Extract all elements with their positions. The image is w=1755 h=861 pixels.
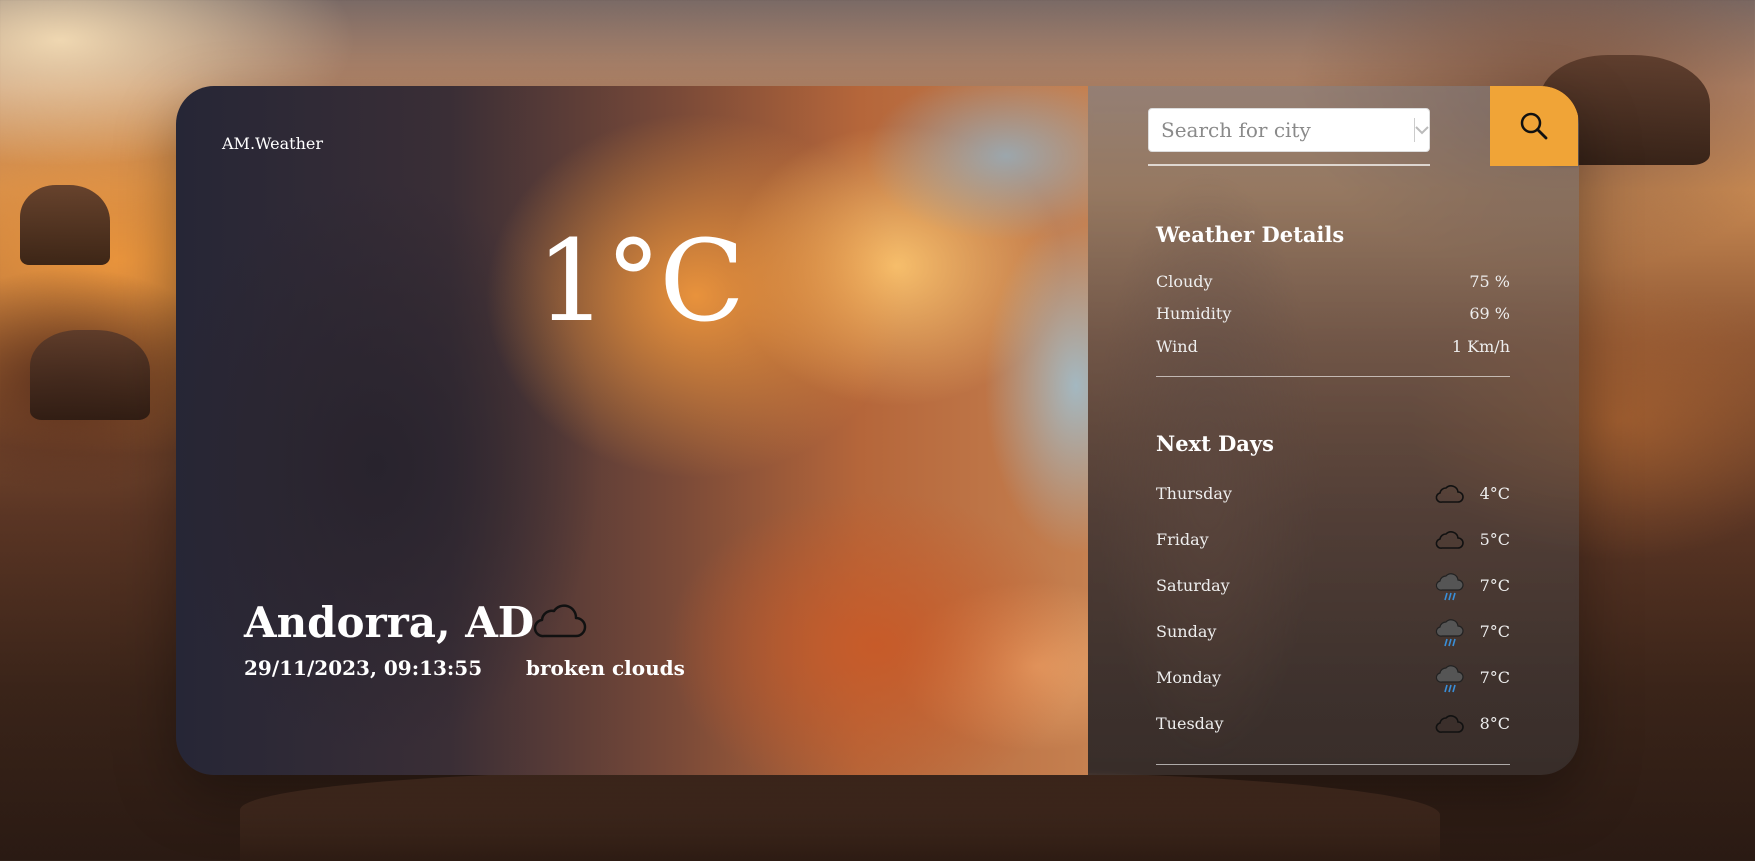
forecast-temp: 4°C xyxy=(1479,484,1510,503)
forecast-row: Saturday 7°C xyxy=(1156,572,1510,601)
forecast-day: Thursday xyxy=(1156,484,1232,503)
current-temperature: 1°C xyxy=(536,217,745,347)
brand-logo: AM.Weather xyxy=(222,134,324,153)
detail-row-wind: Wind 1 Km/h xyxy=(1156,337,1510,356)
location-name: Andorra, AD xyxy=(244,598,535,647)
forecast-temp: 5°C xyxy=(1479,530,1510,549)
search-underline xyxy=(1148,164,1430,166)
detail-label: Humidity xyxy=(1156,304,1232,323)
forecast-day: Sunday xyxy=(1156,622,1217,641)
forecast-temp: 7°C xyxy=(1479,622,1510,641)
background-rock xyxy=(240,770,1440,861)
detail-value: 69 % xyxy=(1469,304,1510,323)
next-days-title: Next Days xyxy=(1156,431,1274,456)
section-divider xyxy=(1156,764,1510,765)
condition-text: broken clouds xyxy=(526,656,685,680)
detail-label: Cloudy xyxy=(1156,272,1213,291)
current-weather-panel: AM.Weather 1°C Andorra, AD 29/11/2023, 0… xyxy=(176,86,1088,775)
search-button[interactable] xyxy=(1490,86,1578,166)
forecast-row: Thursday 4°C xyxy=(1156,480,1510,508)
forecast-temp: 8°C xyxy=(1479,714,1510,733)
details-panel: Weather Details Cloudy 75 % Humidity 69 … xyxy=(1088,86,1579,775)
detail-row-humidity: Humidity 69 % xyxy=(1156,304,1510,323)
cloud-icon xyxy=(1435,485,1464,503)
weather-details-title: Weather Details xyxy=(1156,222,1345,247)
forecast-row: Tuesday 8°C xyxy=(1156,710,1510,738)
background-rock xyxy=(20,185,110,265)
detail-value: 1 Km/h xyxy=(1451,337,1510,356)
cloud-icon xyxy=(1435,715,1464,733)
search-icon xyxy=(1520,112,1548,140)
forecast-day: Saturday xyxy=(1156,576,1230,595)
forecast-temp: 7°C xyxy=(1479,668,1510,687)
weather-card: AM.Weather 1°C Andorra, AD 29/11/2023, 0… xyxy=(176,86,1579,775)
forecast-temp: 7°C xyxy=(1479,576,1510,595)
forecast-day: Tuesday xyxy=(1156,714,1224,733)
detail-row-cloudy: Cloudy 75 % xyxy=(1156,272,1510,291)
chevron-down-icon[interactable] xyxy=(1414,109,1429,151)
rain-icon xyxy=(1435,619,1464,647)
forecast-row: Friday 5°C xyxy=(1156,526,1510,554)
forecast-day: Monday xyxy=(1156,668,1222,687)
search-select[interactable] xyxy=(1148,108,1430,152)
cloud-icon xyxy=(1435,531,1464,549)
search-input[interactable] xyxy=(1149,109,1414,151)
forecast-row: Sunday 7°C xyxy=(1156,618,1510,647)
forecast-day: Friday xyxy=(1156,530,1209,549)
cloud-icon xyxy=(533,604,587,638)
section-divider xyxy=(1156,376,1510,377)
detail-label: Wind xyxy=(1156,337,1198,356)
rain-icon xyxy=(1435,573,1464,601)
rain-icon xyxy=(1435,665,1464,693)
detail-value: 75 % xyxy=(1469,272,1510,291)
current-datetime: 29/11/2023, 09:13:55 xyxy=(244,656,483,680)
forecast-row: Monday 7°C xyxy=(1156,664,1510,693)
background-rock xyxy=(30,330,150,420)
